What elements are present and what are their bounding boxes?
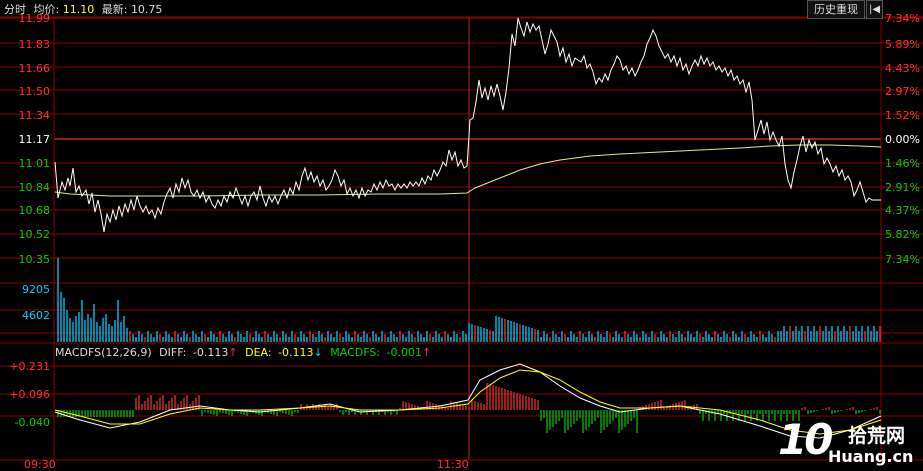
percent-tick: 5.89% [885,38,920,51]
percent-tick: 7.34% [885,12,920,25]
percent-tick: 2.91% [885,181,920,194]
time-tick-open: 09:30 [24,458,56,471]
price-tick: 11.01 [19,157,51,170]
avg-value: 11.10 [63,3,95,16]
percent-tick: 1.52% [885,109,920,122]
price-line [54,17,881,233]
price-tick-base: 11.17 [19,133,51,146]
macd-diff-label: DIFF: [159,346,186,359]
time-tick-midday: 11:30 [437,458,469,471]
percent-tick: 4.37% [885,204,920,217]
macd-dea-line [54,369,882,435]
watermark-logo: 10 拾荒网 Huang.cn [778,415,922,469]
macd-tick: +0.096 [9,388,50,401]
percent-tick: 1.46% [885,157,920,170]
percent-tick: 2.97% [885,85,920,98]
watermark-number: 10 [778,415,833,464]
intraday-chart[interactable]: 分时 均价: 11.10 最新: 10.75 11.99 11.83 11.66… [0,0,923,471]
macd-title: MACDFS(12,26,9) [55,346,152,359]
price-tick: 11.66 [19,62,51,75]
price-tick: 10.68 [19,204,51,217]
price-tick: 11.50 [19,85,51,98]
macd-dea-value: -0.113 [278,346,313,359]
volume-tick: 9205 [22,283,50,296]
macd-diff-value: -0.113 [193,346,228,359]
macd-macdfs-value: -0.001 [387,346,422,359]
percent-tick: 5.82% [885,228,920,241]
price-tick: 10.84 [19,181,51,194]
percent-tick-base: 0.00% [885,133,920,146]
volume-tick: 4602 [22,309,50,322]
watermark-cn: 拾荒网 [848,425,906,447]
latest-label: 最新: [102,2,128,16]
macd-macdfs-label: MACDFS: [330,346,380,359]
price-tick: 10.52 [19,228,51,241]
percent-tick: 4.43% [885,62,920,75]
macd-diff-line [54,363,882,439]
percent-tick: 7.34% [885,253,920,266]
macd-dea-label: DEA: [245,346,271,359]
history-replay-button[interactable]: 历史重现 [807,0,865,19]
latest-value: 10.75 [131,3,163,16]
macd-tick: -0.040 [15,416,50,429]
price-tick: 10.35 [19,253,51,266]
svg-text:MACDFS(12,26,9) DIFF:: MACDFS(12,26,9) DIFF: -0.113↑ DEA: -0.11… [55,346,431,359]
macd-tick: +0.231 [9,360,50,373]
price-tick: 11.99 [19,12,51,25]
watermark-en: Huang.cn [828,447,914,466]
back-to-start-icon[interactable]: |◀ [866,0,883,19]
price-tick: 11.83 [19,38,51,51]
price-tick: 11.34 [19,109,51,122]
